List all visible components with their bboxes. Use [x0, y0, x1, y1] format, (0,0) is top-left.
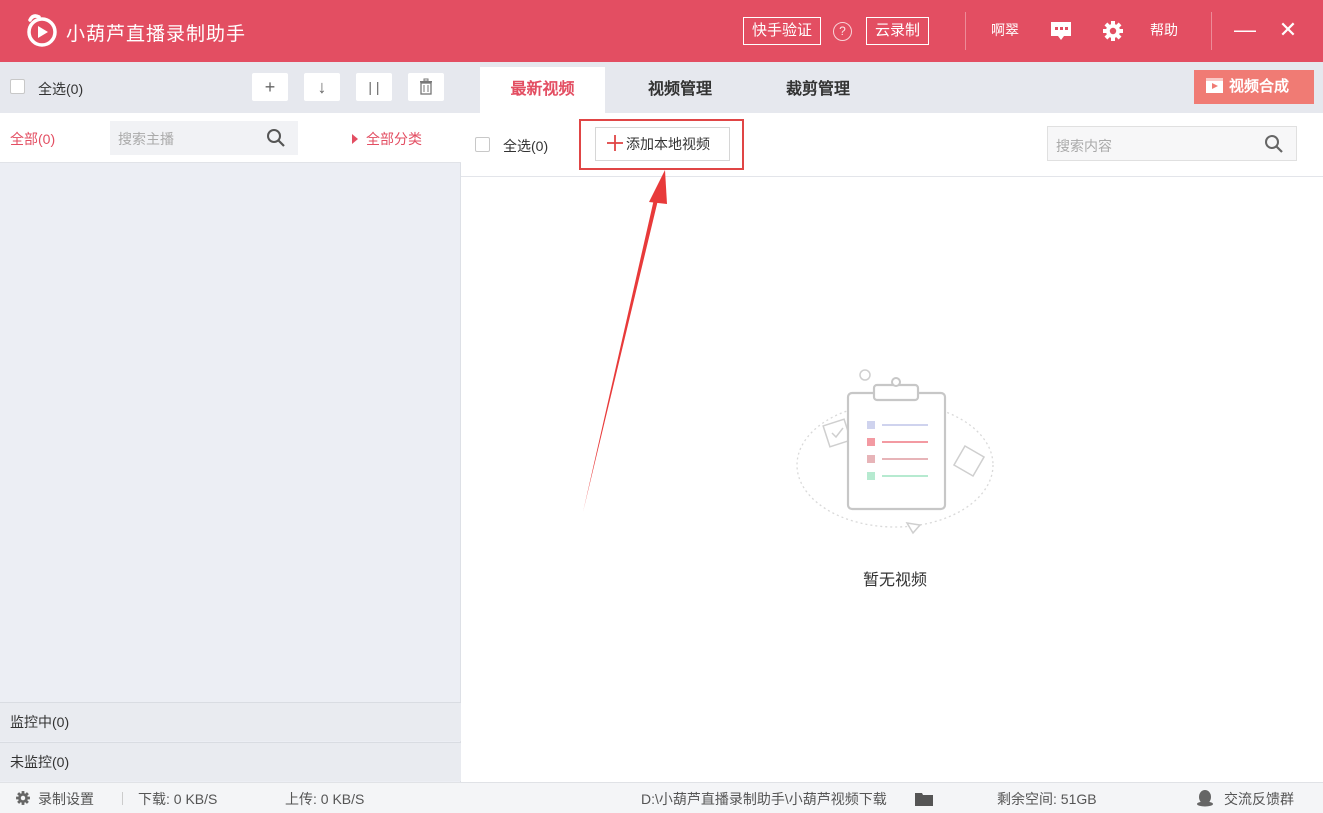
anchor-search-input[interactable]: 搜索主播	[110, 121, 298, 155]
add-local-video-label: 添加本地视频	[626, 136, 710, 152]
minimize-button[interactable]: —	[1228, 14, 1262, 48]
content-search-placeholder: 搜索内容	[1056, 138, 1112, 154]
tab-latest-videos[interactable]: 最新视频	[480, 67, 605, 113]
message-icon[interactable]	[1048, 18, 1074, 44]
divider	[1211, 12, 1212, 50]
add-local-video-button[interactable]: 添加本地视频	[595, 127, 730, 161]
content-select-all-checkbox[interactable]	[475, 137, 490, 152]
left-toolbar: 全选(0) + ↓ | |	[0, 62, 461, 113]
feedback-group-link[interactable]: 交流反馈群	[1224, 789, 1294, 809]
free-space: 剩余空间: 51GB	[997, 791, 1097, 807]
folder-icon[interactable]	[915, 792, 933, 806]
record-settings-link[interactable]: 录制设置	[38, 789, 94, 809]
empty-clipboard-illustration	[796, 369, 994, 535]
video-merge-icon	[1206, 78, 1223, 93]
cloud-record-button[interactable]: 云录制	[866, 17, 930, 45]
divider	[965, 12, 966, 50]
download-speed: 下载: 0 KB/S	[138, 791, 218, 807]
pause-button[interactable]: | |	[356, 73, 392, 101]
tab-video-management[interactable]: 视频管理	[621, 67, 739, 113]
anchor-search-placeholder: 搜索主播	[118, 131, 174, 147]
select-all-label: 全选(0)	[38, 81, 84, 97]
status-bar: 录制设置 下载: 0 KB/S 上传: 0 KB/S D:\小葫芦直播录制助手\…	[0, 782, 1323, 813]
content-search-input[interactable]: 搜索内容	[1047, 126, 1297, 161]
anchor-list-panel: 全选(0) + ↓ | | 全部(0) 搜索主播 全部分类 监控中(0) 未监控…	[0, 62, 461, 782]
trash-icon	[420, 78, 432, 95]
divider	[122, 792, 123, 805]
empty-state-text: 暂无视频	[863, 572, 928, 589]
all-categories-label: 全部分类	[366, 131, 422, 147]
video-merge-button[interactable]: 视频合成	[1194, 70, 1314, 104]
qq-penguin-icon	[1197, 790, 1213, 807]
search-icon[interactable]	[266, 128, 286, 148]
search-icon[interactable]	[1264, 134, 1284, 154]
content-select-all-label: 全选(0)	[503, 138, 549, 154]
username[interactable]: 啊翠	[991, 20, 1019, 40]
settings-gear-icon[interactable]	[1100, 18, 1126, 44]
settings-gear-icon[interactable]	[14, 789, 32, 807]
select-all-checkbox[interactable]	[10, 79, 25, 94]
close-button[interactable]: ✕	[1271, 14, 1305, 48]
tab-clip-management[interactable]: 裁剪管理	[759, 67, 877, 113]
title-bar: 小葫芦直播录制助手 快手验证 ? 云录制 啊翠 帮助 — ✕	[0, 0, 1323, 62]
save-path: D:\小葫芦直播录制助手\小葫芦视频下载	[641, 791, 887, 807]
group-monitoring[interactable]: 监控中(0)	[0, 702, 461, 741]
app-title: 小葫芦直播录制助手	[66, 24, 247, 45]
help-link[interactable]: 帮助	[1150, 20, 1178, 40]
plus-icon	[607, 135, 623, 151]
anchor-filter-bar: 全部(0) 搜索主播 全部分类	[0, 113, 461, 163]
delete-button[interactable]	[408, 73, 444, 101]
add-anchor-button[interactable]: +	[252, 73, 288, 101]
upload-speed: 上传: 0 KB/S	[285, 791, 365, 807]
filter-all[interactable]: 全部(0)	[10, 129, 55, 149]
download-button[interactable]: ↓	[304, 73, 340, 101]
all-categories-dropdown[interactable]: 全部分类	[352, 129, 422, 149]
video-merge-label: 视频合成	[1229, 78, 1290, 95]
triangle-right-icon	[352, 134, 358, 144]
help-circle-icon[interactable]: ?	[833, 22, 852, 41]
app-logo-icon	[27, 14, 57, 47]
annotation-arrow	[583, 170, 667, 512]
kuaishou-verify-button[interactable]: 快手验证	[743, 17, 822, 45]
group-not-monitoring[interactable]: 未监控(0)	[0, 742, 461, 781]
